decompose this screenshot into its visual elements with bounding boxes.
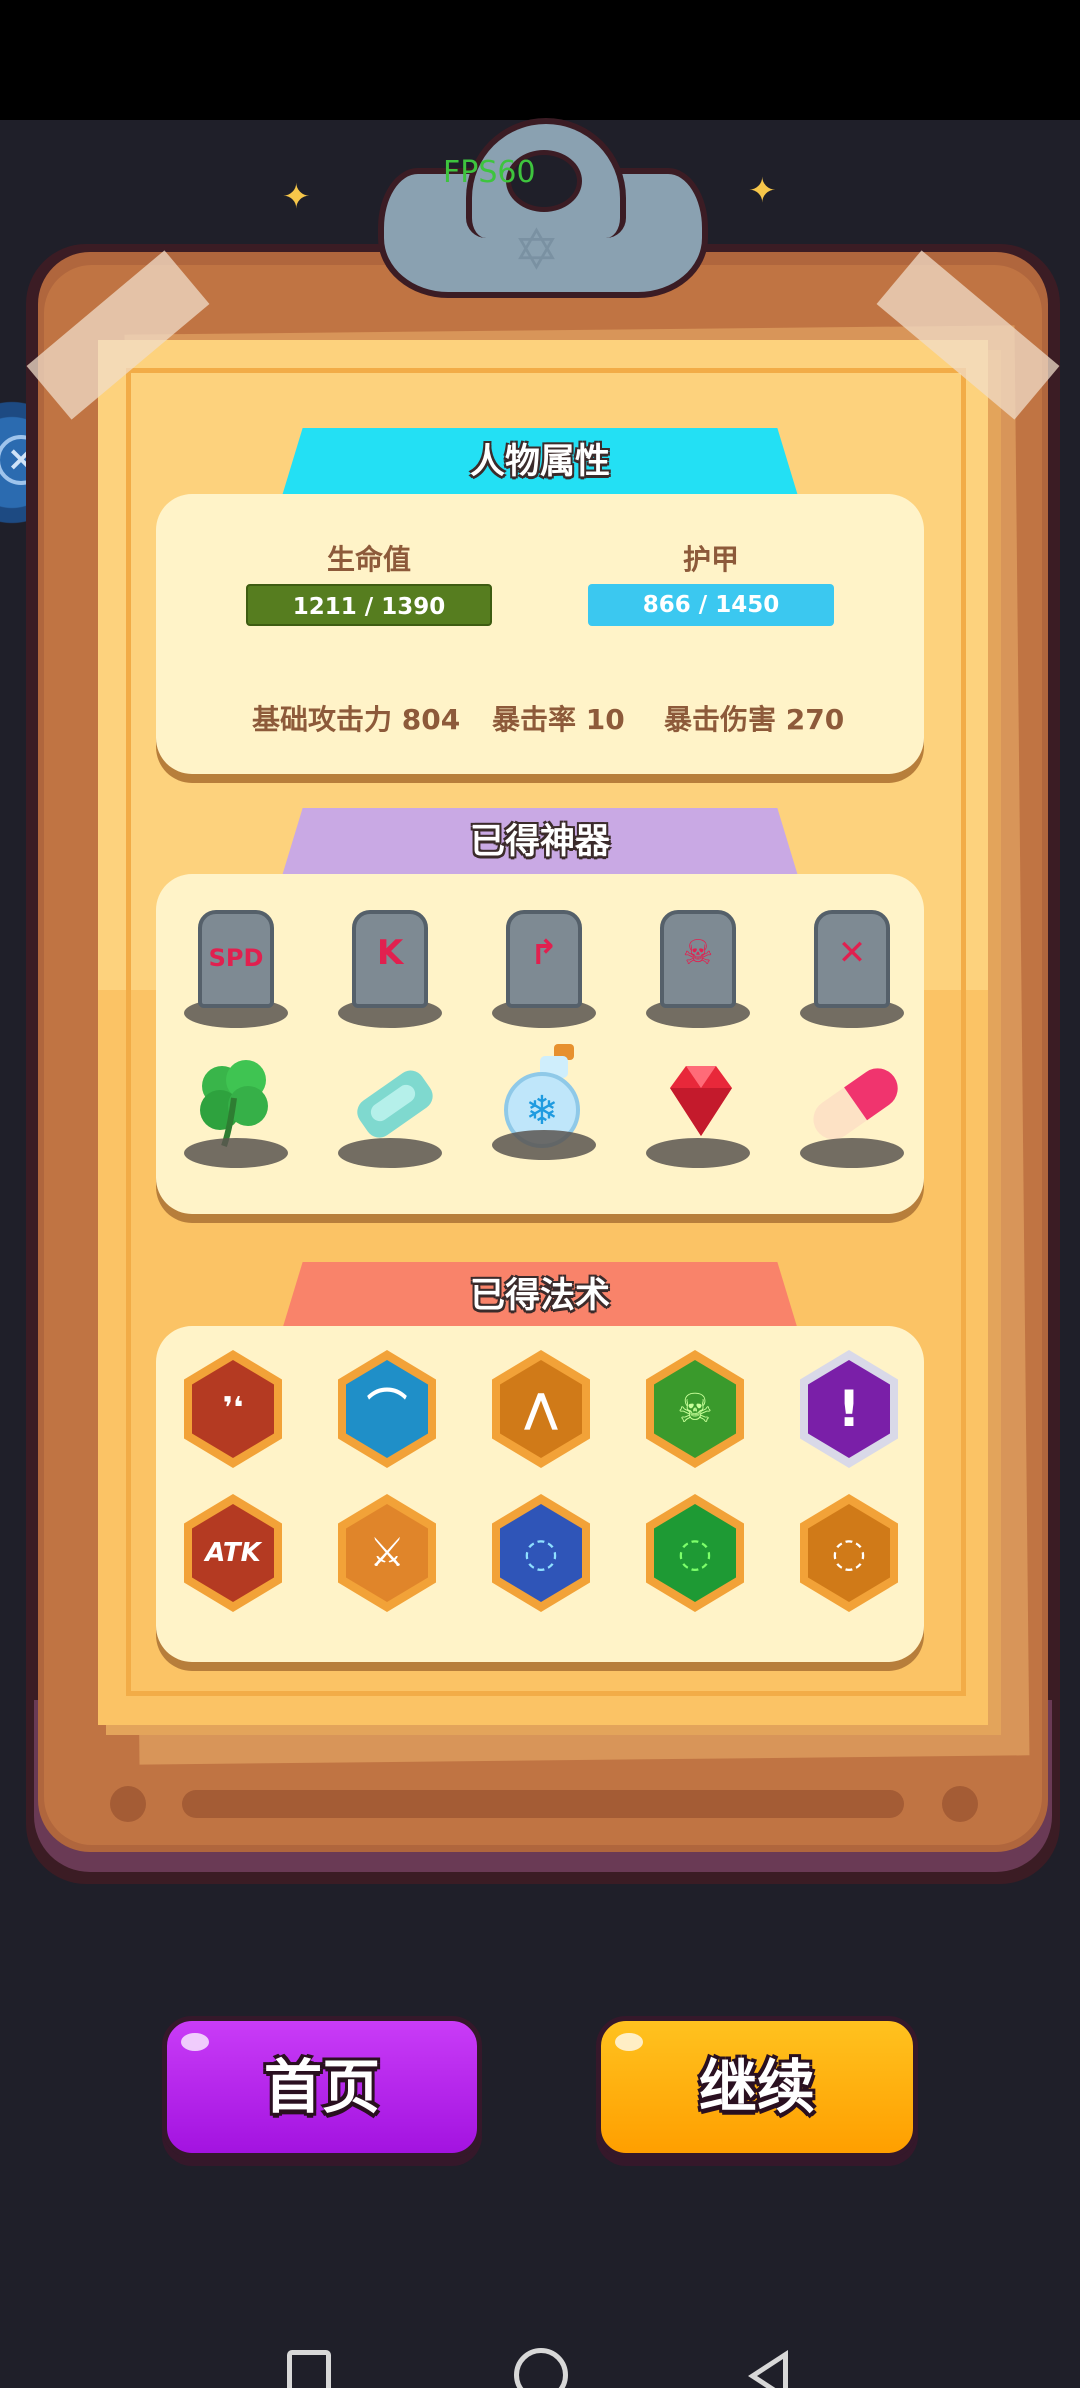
clipboard-clip: ✡ [378, 118, 708, 303]
spell-glyph: ❜❛ [222, 1391, 244, 1426]
button-shine [615, 2033, 643, 2051]
base-attack-stat: 基础攻击力 804 [252, 703, 461, 736]
back-nav-icon[interactable] [748, 2350, 788, 2388]
pill-capsule-icon[interactable] [800, 1048, 910, 1168]
continue-button[interactable]: 继续 [596, 2016, 918, 2158]
screw-icon [110, 1786, 146, 1822]
button-shine [181, 2033, 209, 2051]
item-shadow [800, 1138, 904, 1168]
home-button[interactable]: 首页 [162, 2016, 482, 2158]
artifacts-card: SPD K ↱ ☠ ✕ ❄ [156, 874, 924, 1214]
spell-glyph: ☠ [677, 1386, 713, 1432]
spells-card: ❜❛ ⌒ ⋀ ☠ ! ATK ⚔ ◌ ◌ ◌ [156, 1326, 924, 1662]
item-shadow [646, 1138, 750, 1168]
crit-rate-stat: 暴击率 10 [492, 703, 625, 736]
spell-glyph: ⚔ [369, 1530, 405, 1576]
blue-orbit-spell-icon[interactable]: ◌ [492, 1494, 590, 1612]
fps-counter: FPS60 [443, 155, 536, 190]
screw-icon [942, 1786, 978, 1822]
green-orbit-spell-icon[interactable]: ◌ [646, 1494, 744, 1612]
sparkle-icon: ✦ [748, 171, 777, 211]
item-shadow [184, 1138, 288, 1168]
tombstone-boot-icon[interactable]: ↱ [492, 908, 602, 1028]
tombstone: ☠ [660, 910, 736, 1008]
item-shadow [492, 1130, 596, 1160]
tombstone: ✕ [814, 910, 890, 1008]
tombstone-spd-icon[interactable]: SPD [184, 908, 294, 1028]
spell-glyph: ATK [205, 1538, 261, 1568]
hp-bar: 1211 / 1390 [246, 584, 492, 626]
armor-label: 护甲 [682, 543, 739, 576]
soap-bar-icon[interactable] [338, 1048, 448, 1168]
orange-orbit-spell-icon[interactable]: ◌ [800, 1494, 898, 1612]
artifacts-tab: 已得神器 [282, 808, 798, 876]
hp-label: 生命值 [326, 543, 411, 576]
spells-title: 已得法术 [469, 1276, 610, 1316]
crit-damage-stat: 暴击伤害 270 [664, 703, 845, 736]
clipboard-groove [182, 1790, 904, 1818]
snowflake-potion-icon[interactable]: ❄ [492, 1040, 602, 1160]
svg-text:❄: ❄ [525, 1088, 559, 1134]
exclamation-spell-icon[interactable]: ! [800, 1350, 898, 1468]
dash-gate-spell-icon[interactable]: ⌒ [338, 1350, 436, 1468]
attributes-title: 人物属性 [469, 442, 610, 482]
sparkle-icon: ✦ [282, 177, 311, 217]
red-gem-icon[interactable] [646, 1048, 756, 1168]
continue-button-label: 继续 [698, 2053, 815, 2121]
twin-fang-spell-icon[interactable]: ❜❛ [184, 1350, 282, 1468]
armor-bar: 866 / 1450 [588, 584, 834, 626]
spell-glyph: ⌒ [367, 1386, 407, 1432]
star-emblem-icon: ✡ [513, 218, 560, 283]
item-shadow [338, 1138, 442, 1168]
spells-tab: 已得法术 [282, 1262, 798, 1330]
triple-arrow-spell-icon[interactable]: ⋀ [492, 1350, 590, 1468]
artifacts-title: 已得神器 [469, 822, 610, 862]
spell-glyph: ◌ [831, 1530, 867, 1576]
tombstone: ↱ [506, 910, 582, 1008]
spell-glyph: ◌ [677, 1530, 713, 1576]
recent-apps-icon[interactable] [287, 2350, 331, 2388]
tombstone-rune: SPD [208, 944, 264, 972]
tombstone-rune: ↱ [529, 933, 559, 973]
tombstone-cross-arrows-icon[interactable]: ✕ [800, 908, 910, 1028]
home-button-label: 首页 [263, 2053, 380, 2121]
spell-glyph: ⋀ [524, 1386, 558, 1432]
tombstone-rune: ✕ [837, 933, 867, 973]
attributes-card: 生命值 1211 / 1390 护甲 866 / 1450 基础攻击力 804 … [156, 494, 924, 774]
attributes-tab: 人物属性 [282, 428, 798, 496]
spell-glyph: ◌ [523, 1530, 559, 1576]
tombstone-k-rune-icon[interactable]: K [338, 908, 448, 1028]
poison-skull-spell-icon[interactable]: ☠ [646, 1350, 744, 1468]
home-nav-icon[interactable] [514, 2348, 568, 2388]
crossed-swords-spell-icon[interactable]: ⚔ [338, 1494, 436, 1612]
tombstone-rune: K [376, 933, 404, 973]
status-bar [0, 0, 1080, 120]
four-leaf-clover-icon[interactable] [184, 1048, 294, 1168]
tombstone-rune: ☠ [682, 933, 714, 973]
atk-up-spell-icon[interactable]: ATK [184, 1494, 282, 1612]
tombstone-skull-icon[interactable]: ☠ [646, 908, 756, 1028]
tombstone: K [352, 910, 428, 1008]
spell-glyph: ! [837, 1380, 861, 1438]
tombstone: SPD [198, 910, 274, 1008]
